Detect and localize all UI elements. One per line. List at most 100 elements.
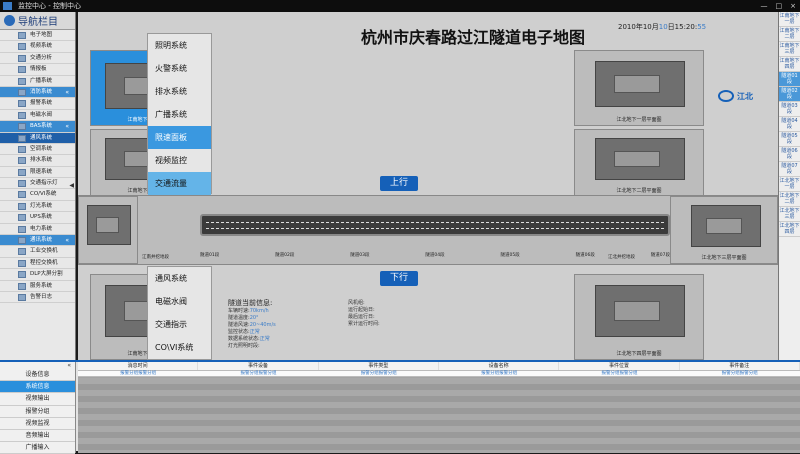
location-item[interactable]: 江南地下四层	[779, 57, 800, 72]
sidebar-item[interactable]: 视频系统	[0, 41, 75, 53]
location-item[interactable]: 隧道03段	[779, 102, 800, 117]
location-item[interactable]: 江南地下一层	[779, 12, 800, 27]
location-item[interactable]: 隧道04段	[779, 117, 800, 132]
sidebar-item-label: 服务系统	[30, 282, 53, 289]
column-header[interactable]: 事件设备	[198, 362, 319, 370]
menu-item[interactable]: 广播系统	[148, 103, 211, 126]
sidebar-item-label: 情报板	[30, 66, 47, 73]
column-header[interactable]: 事件备注	[680, 362, 800, 370]
sidebar-item[interactable]: 通风系统	[0, 132, 75, 144]
sidebar-item[interactable]: 电力系统	[0, 224, 75, 236]
panel-jiangbei-b2[interactable]: 江北地下二层平面图	[574, 129, 704, 197]
sidebar-item[interactable]: 限速系统	[0, 167, 75, 179]
location-item[interactable]: 江北地下四层	[779, 222, 800, 237]
menu-item[interactable]: 交通指示	[148, 313, 211, 336]
panel-jiangbei-b1[interactable]: 江北地下一层平面图	[574, 50, 704, 126]
log-tab[interactable]: 系统信息	[0, 381, 75, 394]
sidebar-item-label: 告警日志	[30, 293, 53, 300]
minimize-button[interactable]: —	[761, 0, 768, 12]
sidebar-item[interactable]: 空调系统	[0, 144, 75, 156]
menu-item[interactable]: 限速面板	[148, 126, 211, 149]
sidebar-item[interactable]: 交通指示灯	[0, 178, 75, 190]
sidebar-item[interactable]: DLP大屏分割	[0, 269, 75, 281]
downbound-button[interactable]: 下行	[380, 271, 418, 286]
log-tab[interactable]: 视频监视	[0, 418, 75, 430]
location-item[interactable]: 江北地下一层	[779, 177, 800, 192]
sidebar-list: 电子地图 视频系统 交通分析 情报板 广播系统 消防系统 « 报警系统 电磁水阀 BAS系统 « 通风…	[0, 30, 75, 304]
sidebar-item-icon	[18, 214, 26, 222]
table-row[interactable]: 报警分组报警分组 报警分组报警分组 报警分组报警分组 报警分组报警分组 报警分组报警分组…	[78, 371, 800, 377]
floor-plan-image	[691, 205, 761, 247]
location-item[interactable]: 隧道06段	[779, 147, 800, 162]
table-cell: 报警分组报警分组	[601, 371, 638, 376]
log-tab[interactable]: 设备信息	[0, 369, 75, 382]
chevron-icon: «	[65, 237, 69, 245]
location-item[interactable]: 隧道01段	[779, 72, 800, 87]
sidebar-item-label: 电磁水阀	[30, 111, 53, 118]
tunnel-road[interactable]	[200, 214, 670, 236]
log-tab[interactable]: 广播输入	[0, 442, 75, 454]
sidebar-item[interactable]: 工业交换机	[0, 246, 75, 258]
log-tab[interactable]: 视频输出	[0, 393, 75, 406]
sidebar-item-label: 消防系统	[30, 88, 53, 95]
maximize-button[interactable]: □	[776, 0, 783, 12]
location-item[interactable]: 江北地下三层	[779, 207, 800, 222]
menu-item[interactable]: 火警系统	[148, 57, 211, 80]
upbound-button[interactable]: 上行	[380, 176, 418, 191]
column-header[interactable]: 事件位置	[559, 362, 680, 370]
sidebar-item[interactable]: 电子地图	[0, 30, 75, 42]
info-key: 监控状态:	[228, 329, 250, 335]
sidebar-item[interactable]: 排水系统	[0, 155, 75, 167]
sidebar-item[interactable]: 广播系统	[0, 76, 75, 87]
sidebar-item[interactable]: 通讯系统 «	[0, 235, 75, 247]
table-cell: 报警分组报警分组	[240, 371, 277, 376]
column-header[interactable]: 设备名称	[439, 362, 560, 370]
collapse-icon[interactable]: «	[0, 362, 75, 369]
sidebar-item[interactable]: CO/VI系统	[0, 189, 75, 201]
menu-item[interactable]: 交通流量	[148, 172, 211, 195]
location-item[interactable]: 江南地下二层	[779, 27, 800, 42]
sidebar-item[interactable]: 交通分析	[0, 53, 75, 65]
log-tab[interactable]: 音频输出	[0, 430, 75, 443]
location-item[interactable]: 隧道05段	[779, 132, 800, 147]
sidebar-item-label: BAS系统	[30, 123, 53, 130]
sidebar-item[interactable]: 电磁水阀	[0, 110, 75, 122]
sidebar-item[interactable]: 消防系统 «	[0, 86, 75, 99]
sidebar-item[interactable]: 服务系统	[0, 281, 75, 292]
menu-item[interactable]: 通风系统	[148, 267, 211, 290]
sidebar-item-label: 工业交换机	[30, 248, 58, 255]
panel-jiangbei-b4[interactable]: 江北地下四层平面图	[574, 274, 704, 360]
sidebar-item[interactable]: 灯光系统	[0, 201, 75, 213]
menu-item[interactable]: 照明系统	[148, 34, 211, 57]
floor-plan-image	[595, 61, 685, 107]
sidebar-item-icon	[18, 293, 26, 301]
close-button[interactable]: ×	[790, 0, 796, 12]
location-item[interactable]: 江北地下二层	[779, 192, 800, 207]
sidebar-item-icon	[18, 54, 26, 62]
sidebar-item-label: 通讯系统	[30, 237, 53, 244]
column-header[interactable]: 消息时间	[78, 362, 199, 370]
location-item[interactable]: 隧道07段	[779, 162, 800, 177]
sidebar-item[interactable]: 程控交换机	[0, 258, 75, 270]
info-value: 20~40m/s	[249, 322, 276, 328]
menu-item[interactable]: 排水系统	[148, 80, 211, 103]
sidebar-item[interactable]: BAS系统 «	[0, 121, 75, 133]
panel-jiangbei-b3[interactable]: 江北地下三层平面图	[670, 196, 778, 264]
sidebar-item-icon	[18, 259, 26, 267]
menu-item[interactable]: 视频监控	[148, 149, 211, 172]
sidebar-item[interactable]: 告警日志	[0, 292, 75, 304]
panel-jiangnan-cut[interactable]	[78, 196, 138, 264]
location-item[interactable]: 江南地下三层	[779, 42, 800, 57]
menu-item[interactable]: CO\VI系统	[148, 336, 211, 359]
sidebar-item[interactable]: UPS系统	[0, 212, 75, 224]
sidebar-item[interactable]: 报警系统	[0, 98, 75, 110]
map-clock: 2010年10月10日15:20:55	[618, 23, 707, 31]
menu-item[interactable]: 电磁水阀	[148, 290, 211, 313]
column-header[interactable]: 事件类型	[319, 362, 439, 370]
sidebar-collapse-icon[interactable]: ◀	[69, 182, 74, 189]
sidebar-item-icon	[18, 168, 26, 176]
location-item[interactable]: 隧道02段	[779, 87, 800, 102]
log-tab[interactable]: 报警分组	[0, 406, 75, 418]
sidebar-item[interactable]: 情报板	[0, 64, 75, 76]
event-table: 消息时间 事件设备 事件类型 设备名称 事件位置 事件备注 报警分组报警分组 报警分组报警分…	[78, 362, 800, 453]
